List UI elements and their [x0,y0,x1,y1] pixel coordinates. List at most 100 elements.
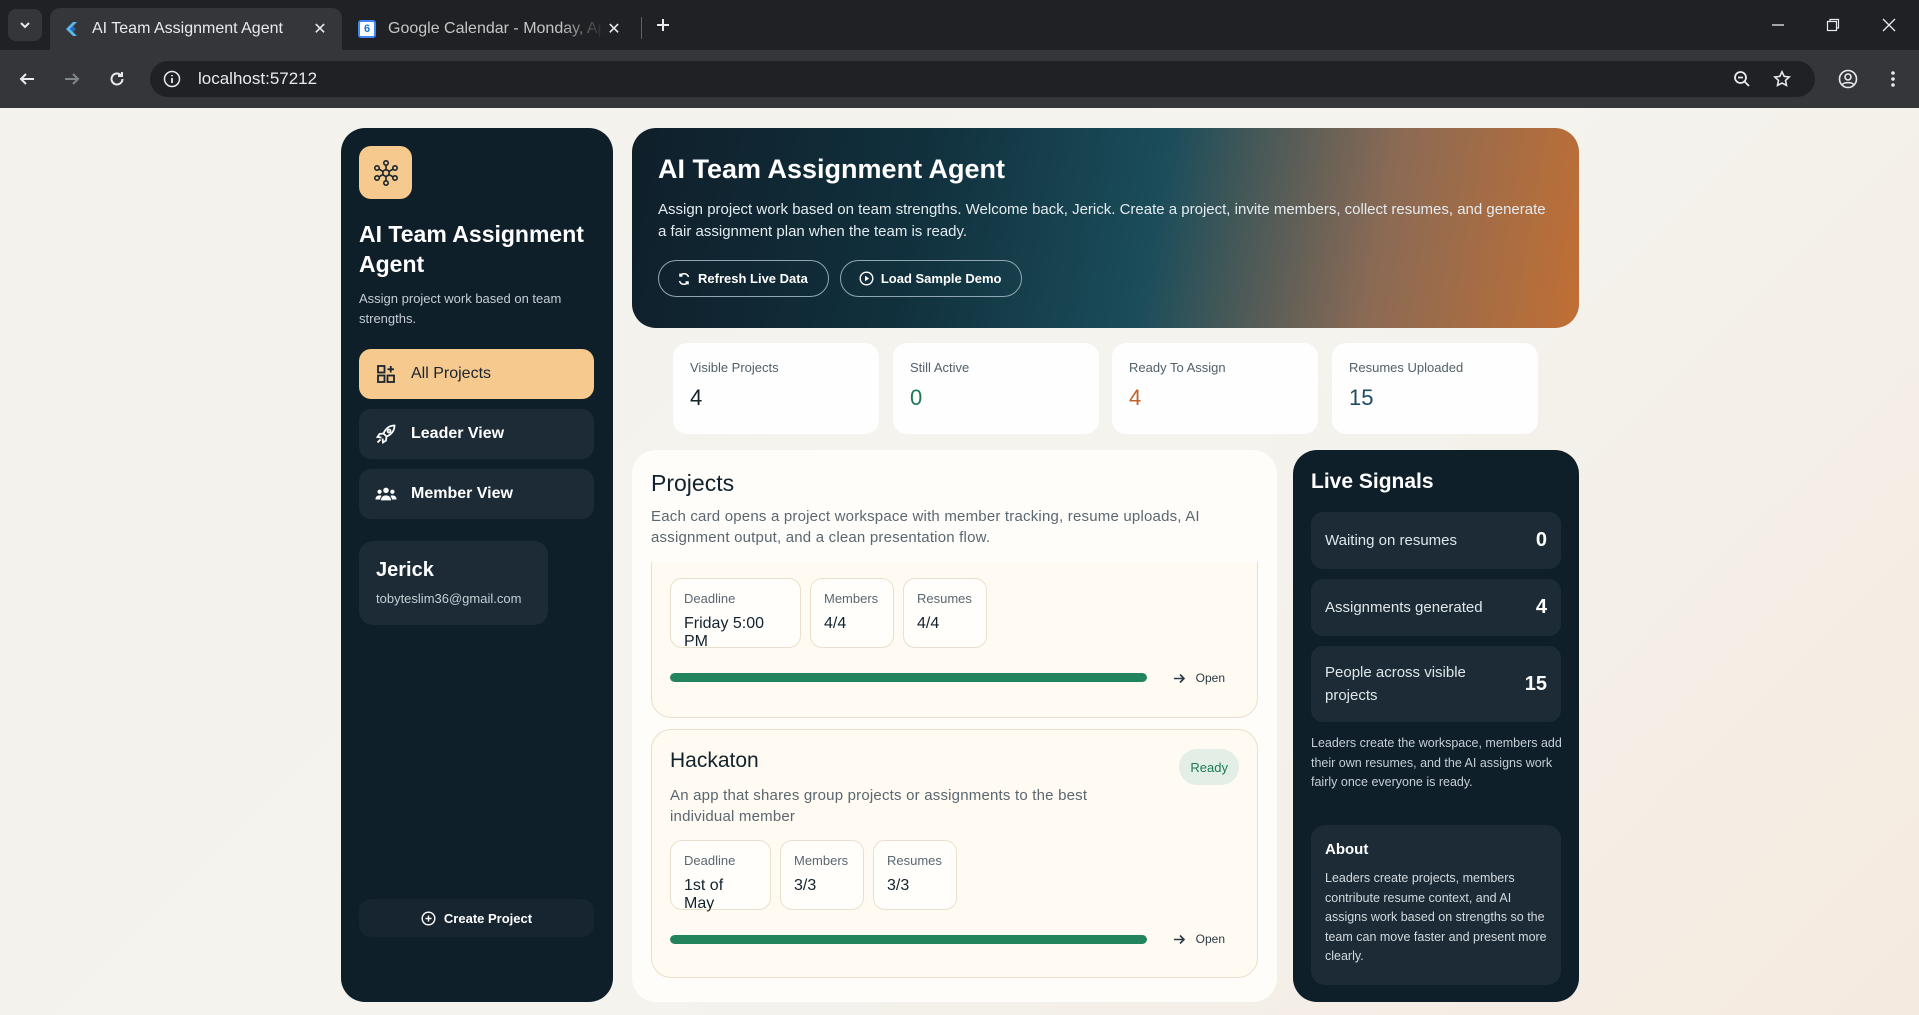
close-icon [1882,18,1896,32]
status-badge: Ready [1179,749,1239,785]
stat-still-active: Still Active 0 [893,343,1099,434]
progress-fill [670,935,1147,944]
user-name: Jerick [376,559,434,581]
calendar-favicon-icon: 6 [358,20,376,38]
hero-title: AI Team Assignment Agent [658,154,1006,184]
members-chip: Members 3/3 [780,840,864,910]
reload-button[interactable] [100,62,134,96]
user-card: Jerick tobyteslim36@gmail.com [359,541,548,625]
open-project-link[interactable]: Open [1173,930,1225,948]
deadline-chip: Deadline 1st of May [670,840,771,912]
app-logo [359,146,412,199]
add-circle-icon [421,910,436,926]
bookmark-star-icon[interactable] [1767,64,1797,94]
progress-bar [670,673,1147,682]
nav-all-projects[interactable]: All Projects [359,349,594,399]
tab-title: Google Calendar - Monday, April [388,20,604,37]
project-name: Hackaton [670,749,759,772]
stat-visible-projects: Visible Projects 4 [673,343,879,434]
nav-label: Leader View [411,425,505,442]
members-chip: Members 4/4 [810,578,894,648]
open-project-link[interactable]: Open [1173,669,1225,687]
resumes-chip: Resumes 3/3 [873,840,957,910]
projects-panel: Projects Each card opens a project works… [632,450,1277,1002]
hero-text: Assign project work based on team streng… [658,201,1546,240]
url-text: localhost:57212 [198,69,318,88]
tab-search-button[interactable] [8,9,42,41]
nav-label: Member View [411,485,513,502]
chip-value: 1st of May [684,877,724,912]
brand-subtitle: Assign project work based on team streng… [359,291,562,326]
brand-title: AI Team Assignment Agent [359,221,584,277]
signal-value: 4 [1535,596,1547,618]
tab-google-calendar[interactable]: 6 Google Calendar - Monday, April ✕ [346,8,636,50]
restore-icon [1826,18,1840,32]
forward-button[interactable] [55,62,89,96]
sidebar: AI Team Assignment Agent Assign project … [341,128,613,1002]
stat-label: Visible Projects [690,360,779,375]
address-bar[interactable]: localhost:57212 [150,61,1815,97]
arrow-left-icon [19,73,34,85]
stat-value: 4 [1129,385,1142,410]
signal-waiting-on-resumes: Waiting on resumes 0 [1311,512,1561,569]
about-card: About Leaders create projects, members c… [1311,825,1561,985]
chip-label: Resumes [917,591,972,606]
live-signals-panel: Live Signals Waiting on resumes 0 Assign… [1293,450,1579,1002]
stat-label: Still Active [910,360,970,375]
demo-label: Load Sample Demo [880,271,1002,286]
minimize-button[interactable] [1751,0,1805,50]
refresh-live-data-button[interactable]: Refresh Live Data [658,260,829,297]
signal-assignments-generated: Assignments generated 4 [1311,579,1561,636]
zoom-icon[interactable] [1727,64,1757,94]
back-button[interactable] [10,62,44,96]
load-sample-demo-button[interactable]: Load Sample Demo [839,260,1023,297]
about-title: About [1325,841,1369,858]
create-project-button[interactable]: Create Project [359,899,594,937]
site-info-icon[interactable] [156,63,188,95]
restore-button[interactable] [1806,0,1860,50]
signal-label: Assignments generated [1325,599,1483,616]
chip-value: Friday 5:00 PM [684,615,765,650]
create-project-label: Create Project [443,910,533,926]
project-card[interactable]: Deadline Friday 5:00 PM Members 4/4 Resu… [651,562,1258,718]
chevron-down-icon [20,22,30,29]
chip-label: Deadline [684,591,736,606]
refresh-label: Refresh Live Data [698,271,808,286]
close-icon[interactable]: ✕ [604,19,624,39]
new-tab-button[interactable] [648,10,678,40]
nav-leader-view[interactable]: Leader View [359,409,594,459]
chip-label: Deadline [684,853,736,868]
projects-list[interactable]: Deadline Friday 5:00 PM Members 4/4 Resu… [632,562,1277,1002]
project-card[interactable]: Hackaton Ready An app that shares group … [651,729,1258,978]
stat-label: Resumes Uploaded [1349,360,1464,375]
close-icon[interactable]: ✕ [310,19,330,39]
arrow-right-icon [1173,672,1186,685]
browser-tab-bar: AI Team Assignment Agent ✕ 6 Google Cale… [0,0,1919,50]
nav-member-view[interactable]: Member View [359,469,594,519]
window-close-button[interactable] [1862,0,1916,50]
tab-title: AI Team Assignment Agent [92,20,283,37]
stat-value: 4 [690,385,703,410]
people-icon [375,483,397,505]
plus-icon [657,19,669,31]
project-description: An app that shares group projects or ass… [670,787,1088,825]
projects-description: Each card opens a project workspace with… [651,508,1200,546]
tab-ai-team-agent[interactable]: AI Team Assignment Agent ✕ [50,8,342,50]
browser-menu-button[interactable] [1876,62,1910,96]
grid-icon [375,363,397,385]
signals-title: Live Signals [1311,470,1434,493]
stat-label: Ready To Assign [1129,360,1226,375]
signals-note: Leaders create the workspace, members ad… [1311,736,1562,789]
nav-label: All Projects [411,365,492,382]
user-email: tobyteslim36@gmail.com [376,591,522,606]
profile-icon [1838,69,1858,89]
hero-banner: AI Team Assignment Agent Assign project … [632,128,1579,328]
app-page: AI Team Assignment Agent Assign project … [0,108,1919,1015]
signal-label: Waiting on resumes [1325,532,1457,549]
rocket-icon [375,423,397,445]
open-label: Open [1195,932,1225,946]
profile-button[interactable] [1831,62,1865,96]
deadline-chip: Deadline Friday 5:00 PM [670,578,801,650]
progress-bar [670,935,1147,944]
sync-icon [677,272,691,286]
